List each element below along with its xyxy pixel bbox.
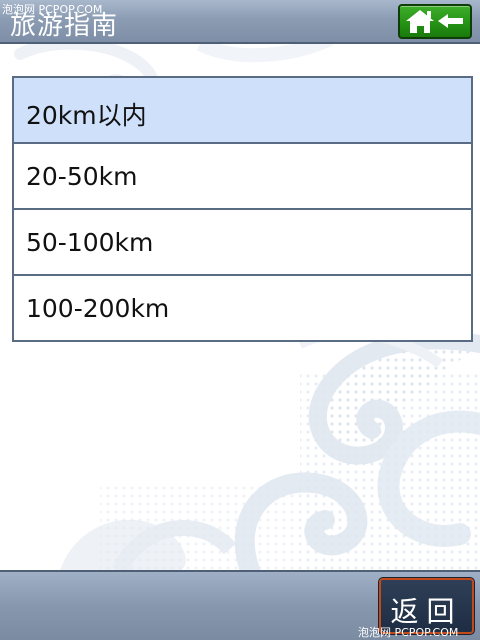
list-item-label: 20km以内 — [26, 101, 147, 130]
content-area: 20km以内 20-50km 50-100km 100-200km — [0, 44, 480, 570]
home-button[interactable] — [398, 4, 472, 39]
list-item-label: 100-200km — [26, 294, 170, 323]
bottom-bar: 返回 泡泡网 PCPOP.COM — [0, 570, 480, 640]
watermark-text: 泡泡网 PCPOP.COM — [2, 3, 103, 16]
title-bar: 旅游指南 泡泡网 PCPOP.COM — [0, 0, 480, 44]
list-item-label: 20-50km — [26, 162, 138, 191]
watermark-text: 泡泡网 PCPOP.COM — [358, 626, 459, 639]
list-item-within-20km[interactable]: 20km以内 — [12, 76, 473, 144]
list-item-100-200km[interactable]: 100-200km — [12, 274, 473, 342]
list-item-50-100km[interactable]: 50-100km — [12, 208, 473, 276]
list-item-label: 50-100km — [26, 228, 154, 257]
list-item-20-50km[interactable]: 20-50km — [12, 142, 473, 210]
distance-list: 20km以内 20-50km 50-100km 100-200km — [12, 76, 473, 342]
home-back-icon — [406, 10, 463, 33]
